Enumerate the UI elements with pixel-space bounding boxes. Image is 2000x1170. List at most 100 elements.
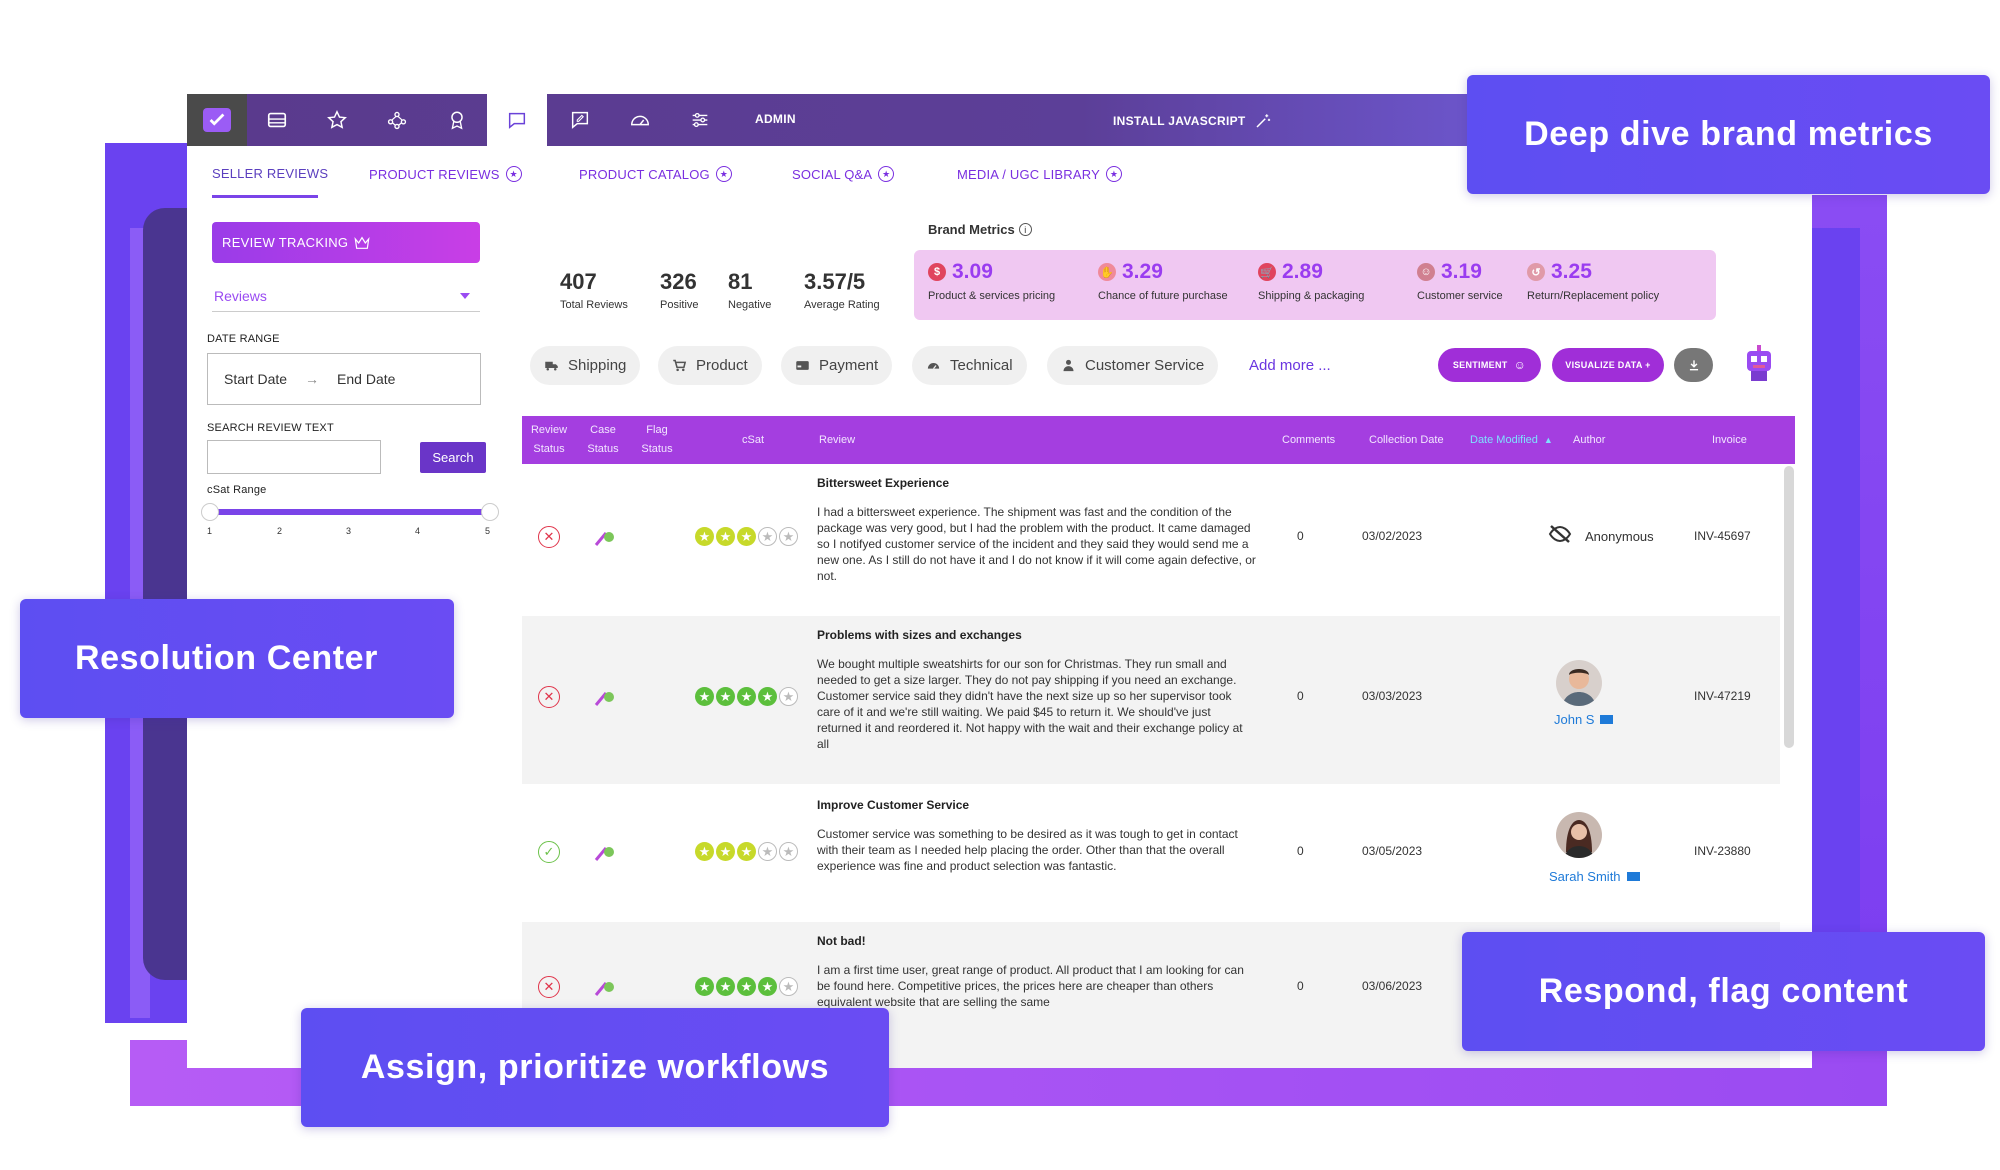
nav-edit-chat[interactable] <box>550 94 610 146</box>
chat-icon <box>508 112 526 129</box>
nav-star[interactable] <box>307 94 367 146</box>
chip-product[interactable]: Product <box>658 346 762 385</box>
avatar[interactable] <box>1556 660 1602 706</box>
th-date-modified[interactable]: Date Modified ▲ <box>1470 431 1553 450</box>
author-link[interactable]: Sarah Smith <box>1549 869 1640 884</box>
admin-link[interactable]: ADMIN <box>755 112 796 126</box>
download-button[interactable] <box>1674 348 1713 382</box>
nav-network[interactable] <box>367 94 427 146</box>
collection-date: 03/06/2023 <box>1362 979 1423 993</box>
th-comments[interactable]: Comments <box>1282 431 1335 450</box>
chip-label: Product <box>696 357 748 374</box>
start-date-field[interactable]: Start Date <box>224 371 287 387</box>
assign-case-icon[interactable] <box>592 525 616 549</box>
th-author[interactable]: Author <box>1573 431 1605 450</box>
inbox-icon <box>267 112 287 128</box>
chip-customer-service[interactable]: Customer Service <box>1047 346 1219 385</box>
tab-social-qa[interactable]: SOCIAL Q&A ★ <box>792 166 895 182</box>
robot-assistant-icon[interactable] <box>1743 343 1775 383</box>
csat-max-handle[interactable] <box>481 503 499 521</box>
date-range-picker[interactable]: Start Date → End Date <box>207 353 481 405</box>
review-text: We bought multiple sweatshirts for our s… <box>817 657 1243 751</box>
tab-media-library[interactable]: MEDIA / UGC LIBRARY ★ <box>957 166 1122 182</box>
nav-chat[interactable] <box>487 94 547 146</box>
mail-icon[interactable] <box>1600 715 1614 724</box>
th-label: Date Modified <box>1470 434 1538 446</box>
sliders-icon <box>692 112 708 128</box>
th-review[interactable]: Review <box>819 431 855 450</box>
mail-icon[interactable] <box>1626 872 1640 881</box>
stat-label: Negative <box>728 299 772 311</box>
review-tracking-button[interactable]: REVIEW TRACKING <box>212 222 480 263</box>
tab-product-reviews[interactable]: PRODUCT REVIEWS ★ <box>369 166 522 182</box>
table-row[interactable]: ✕ ★ ★ ★ ★ ★ Bittersweet Experience I had… <box>522 464 1780 616</box>
th-invoice[interactable]: Invoice <box>1712 431 1747 450</box>
install-javascript-link[interactable]: INSTALL JAVASCRIPT <box>1113 112 1272 130</box>
metric-value: 2.89 <box>1282 260 1323 283</box>
csat-tick: 1 <box>207 526 213 536</box>
assign-case-icon[interactable] <box>592 685 616 709</box>
th-flag-status[interactable]: Flag Status <box>638 421 676 459</box>
assign-case-icon[interactable] <box>592 975 616 999</box>
info-icon[interactable]: i <box>1018 223 1032 236</box>
reviews-dropdown-value: Reviews <box>214 287 267 304</box>
tab-label: SOCIAL Q&A <box>792 166 873 182</box>
nav-inbox[interactable] <box>247 94 307 146</box>
reviews-table-header: Review Status Case Status Flag Status cS… <box>522 416 1795 464</box>
metric-pricing[interactable]: $3.09 Product & services pricing <box>928 260 1055 302</box>
metric-customer-service[interactable]: ☺ 3.19 Customer service <box>1417 260 1503 302</box>
csat-rating: ★ ★ ★ ★ ★ <box>695 527 798 546</box>
reject-status-icon[interactable]: ✕ <box>538 526 560 548</box>
hidden-eye-icon <box>1548 525 1572 543</box>
th-line: Flag <box>646 424 668 436</box>
nav-dashboard[interactable] <box>610 94 670 146</box>
reject-status-icon[interactable]: ✕ <box>538 686 560 708</box>
metric-future-purchase[interactable]: ✋ 3.29 Chance of future purchase <box>1098 260 1228 302</box>
th-line: Review <box>530 424 568 436</box>
stat-positive: 326 Positive <box>660 269 699 311</box>
reject-status-icon[interactable]: ✕ <box>538 976 560 998</box>
approved-status-icon[interactable]: ✓ <box>538 841 560 863</box>
author-link[interactable]: John S <box>1554 712 1614 727</box>
th-review-status[interactable]: Review Status <box>530 421 568 459</box>
chip-shipping[interactable]: Shipping <box>530 346 641 385</box>
metric-label: Product & services pricing <box>928 290 1056 302</box>
invoice-number: INV-23880 <box>1694 844 1751 858</box>
th-case-status[interactable]: Case Status <box>584 421 622 459</box>
chip-payment[interactable]: Payment <box>781 346 893 385</box>
end-date-field[interactable]: End Date <box>337 371 395 387</box>
reviews-dropdown[interactable]: Reviews <box>212 280 480 312</box>
chip-technical[interactable]: Technical <box>912 346 1027 385</box>
table-row[interactable]: ✓ ★ ★ ★ ★ ★ Improve Customer Service Cus… <box>522 784 1780 922</box>
nav-home[interactable] <box>187 94 247 146</box>
smiley-icon: ☺ <box>1513 358 1527 372</box>
metric-label: Chance of future purchase <box>1098 290 1228 302</box>
table-row[interactable]: ✕ ★ ★ ★ ★ ★ Problems with sizes and exch… <box>522 616 1780 784</box>
search-review-input[interactable] <box>207 440 381 474</box>
csat-min-handle[interactable] <box>201 503 219 521</box>
add-more-link[interactable]: Add more ... <box>1249 357 1331 374</box>
tab-seller-reviews[interactable]: SELLER REVIEWS <box>212 166 328 181</box>
metric-shipping[interactable]: 🛒 2.89 Shipping & packaging <box>1258 260 1364 302</box>
th-csat[interactable]: cSat <box>742 431 764 450</box>
search-button[interactable]: Search <box>420 442 486 473</box>
th-line: Case <box>590 424 616 436</box>
nav-award[interactable] <box>427 94 487 146</box>
assign-case-icon[interactable] <box>592 840 616 864</box>
decor-right-inner <box>1812 228 1860 998</box>
table-scrollbar[interactable] <box>1784 466 1794 748</box>
visualize-data-button[interactable]: VISUALIZE DATA + <box>1552 348 1664 382</box>
tab-product-catalog[interactable]: PRODUCT CATALOG ★ <box>579 166 732 182</box>
author-name: John S <box>1554 712 1595 727</box>
csat-range-slider[interactable] <box>207 509 493 515</box>
star-filled-icon: ★ <box>716 527 735 546</box>
truck-icon <box>545 361 558 371</box>
avatar[interactable] <box>1556 812 1602 858</box>
callout-text: Resolution Center <box>75 639 379 677</box>
th-collection-date[interactable]: Collection Date <box>1369 431 1444 450</box>
sentiment-button[interactable]: SENTIMENT ☺ <box>1438 348 1541 382</box>
nav-settings[interactable] <box>670 94 730 146</box>
star-filled-icon: ★ <box>695 687 714 706</box>
review-text: I am a first time user, great range of p… <box>817 963 1244 1009</box>
metric-return-policy[interactable]: ↺ 3.25 Return/Replacement policy <box>1527 260 1659 302</box>
